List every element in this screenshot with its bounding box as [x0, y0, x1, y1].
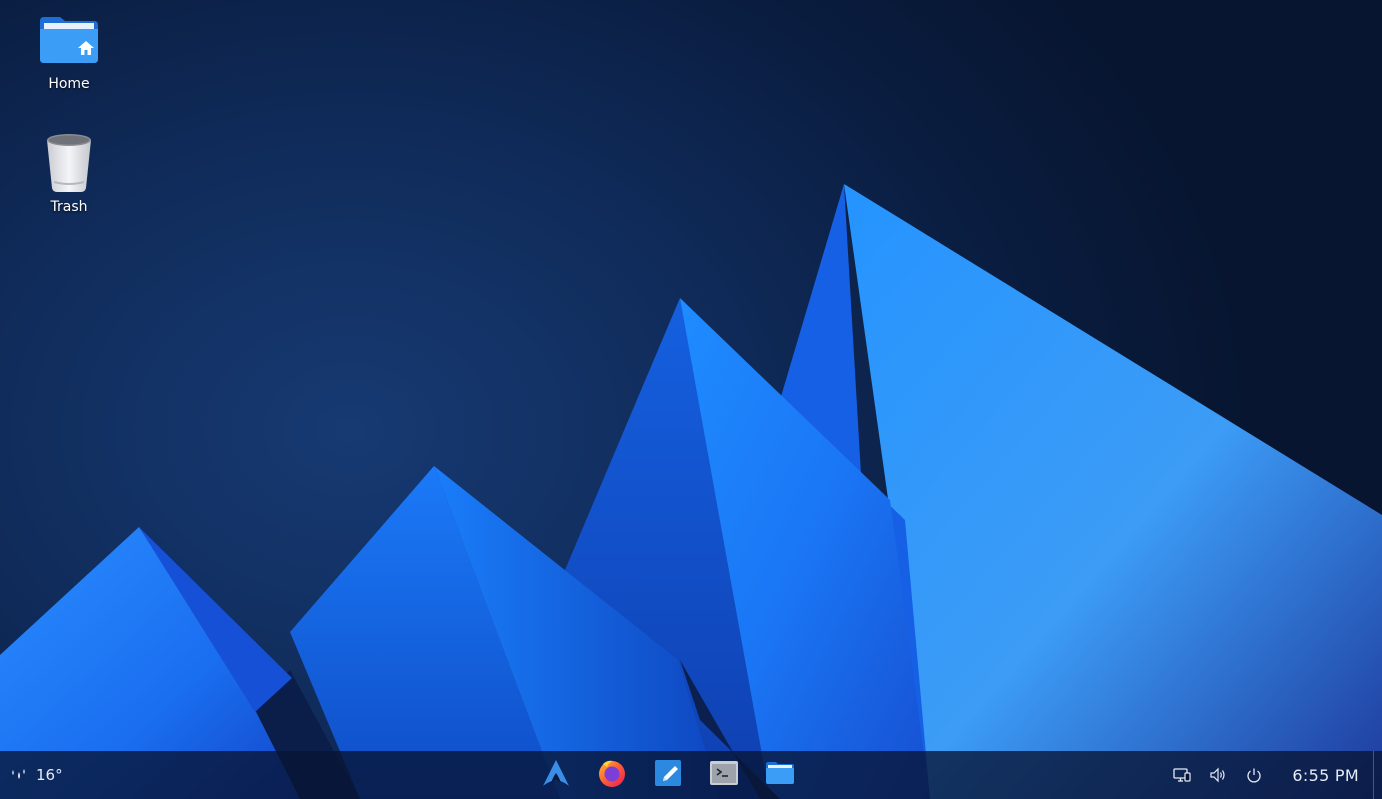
- trash-icon: [37, 131, 101, 195]
- wallpaper: [0, 184, 1382, 799]
- task-terminal[interactable]: [702, 753, 746, 797]
- desktop-icon-home[interactable]: Home: [14, 8, 124, 92]
- desktop-icon-label: Trash: [50, 199, 88, 215]
- task-firefox[interactable]: [590, 753, 634, 797]
- terminal-icon: [709, 760, 739, 790]
- text-editor-icon: [653, 758, 683, 792]
- desktop-icon-label: Home: [48, 76, 90, 92]
- home-folder-icon: [37, 8, 101, 72]
- task-arch-launcher[interactable]: [534, 753, 578, 797]
- task-text-editor[interactable]: [646, 753, 690, 797]
- show-desktop-button[interactable]: [1373, 751, 1382, 799]
- weather-temperature: 16°: [36, 766, 63, 784]
- task-file-manager[interactable]: [758, 753, 802, 797]
- rain-icon: [8, 765, 28, 785]
- taskbar-panel: 16° 6:55 PM: [0, 751, 1382, 799]
- desktop[interactable]: Home Trash 16° 6:55 PM: [0, 0, 1382, 799]
- system-tray: 6:55 PM: [1164, 751, 1382, 799]
- digital-clock[interactable]: 6:55 PM: [1292, 766, 1359, 785]
- weather-widget[interactable]: 16°: [8, 751, 63, 799]
- desktop-icon-trash[interactable]: Trash: [14, 131, 124, 215]
- network-icon[interactable]: [1171, 764, 1193, 786]
- firefox-icon: [597, 758, 627, 792]
- volume-icon[interactable]: [1207, 764, 1229, 786]
- file-manager-icon: [765, 761, 795, 789]
- arch-launcher-icon: [542, 759, 570, 791]
- power-icon[interactable]: [1243, 764, 1265, 786]
- task-manager: [528, 751, 808, 799]
